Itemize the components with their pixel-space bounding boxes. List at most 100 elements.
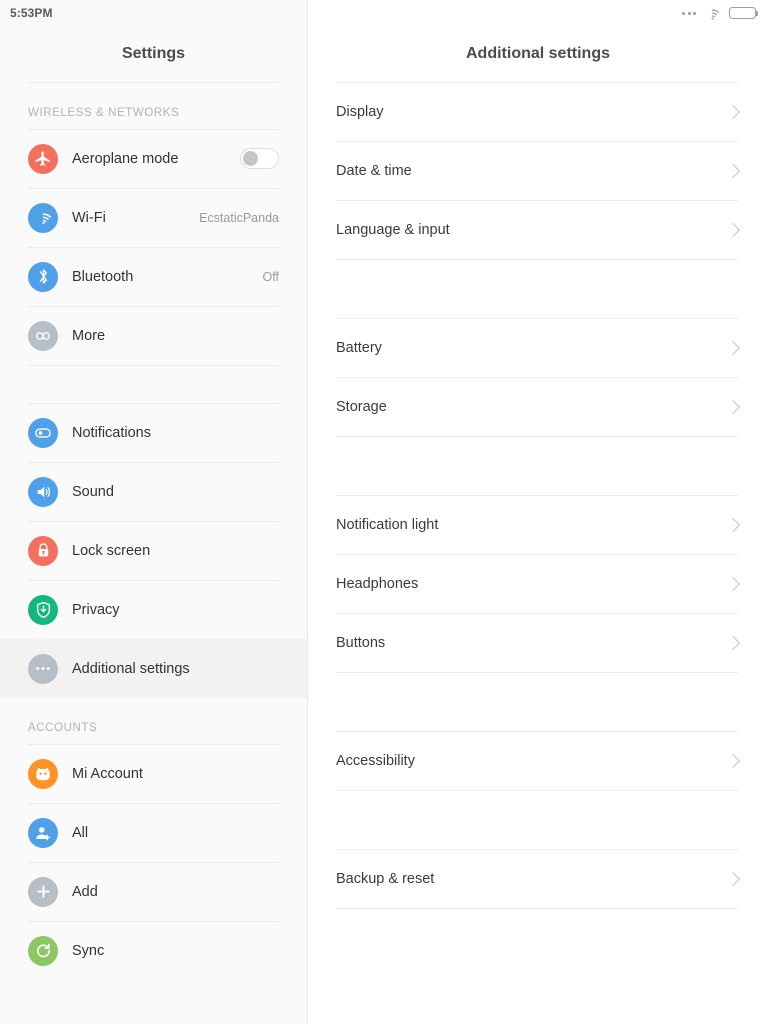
divider bbox=[336, 554, 738, 555]
sidebar-item-label: Wi-Fi bbox=[72, 209, 106, 226]
bluetooth-state-value: Off bbox=[262, 269, 279, 284]
page-title: Additional settings bbox=[466, 45, 610, 62]
sidebar-item-label: Notifications bbox=[72, 424, 151, 441]
sidebar-item-label: Aeroplane mode bbox=[72, 150, 179, 167]
toggle-knob bbox=[243, 151, 258, 166]
sidebar-item-label: Sound bbox=[72, 483, 114, 500]
sound-icon bbox=[28, 476, 58, 507]
list-item-headphones[interactable]: Headphones bbox=[308, 554, 768, 613]
add-account-icon bbox=[28, 876, 58, 907]
status-bar: 5:53PM bbox=[0, 0, 768, 26]
divider bbox=[28, 188, 279, 189]
list-group-gap bbox=[308, 672, 768, 731]
divider bbox=[28, 521, 279, 522]
privacy-shield-icon bbox=[28, 594, 58, 625]
list-bottom-divider bbox=[308, 908, 768, 967]
divider bbox=[336, 141, 738, 142]
settings-list: Display Date & time Language & input Bat… bbox=[308, 82, 768, 967]
list-item-notification-light[interactable]: Notification light bbox=[308, 495, 768, 554]
sidebar-item-wifi[interactable]: Wi-Fi EcstaticPanda bbox=[0, 188, 307, 247]
divider bbox=[28, 129, 279, 130]
sidebar-item-add-account[interactable]: Add bbox=[0, 862, 307, 921]
list-item-backup-reset[interactable]: Backup & reset bbox=[308, 849, 768, 908]
divider bbox=[336, 200, 738, 201]
divider bbox=[28, 744, 279, 745]
chevron-right-icon bbox=[728, 402, 738, 412]
list-item-language-input[interactable]: Language & input bbox=[308, 200, 768, 259]
battery-icon bbox=[729, 7, 759, 19]
chevron-right-icon bbox=[728, 579, 738, 589]
sidebar-item-all-accounts[interactable]: All bbox=[0, 803, 307, 862]
aeroplane-mode-toggle[interactable] bbox=[240, 148, 279, 169]
list-item-label: Display bbox=[336, 103, 384, 120]
list-item-date-time[interactable]: Date & time bbox=[308, 141, 768, 200]
lock-icon bbox=[28, 535, 58, 566]
sidebar-item-notifications[interactable]: Notifications bbox=[0, 403, 307, 462]
bluetooth-icon bbox=[28, 261, 58, 292]
chevron-right-icon bbox=[728, 225, 738, 235]
list-item-label: Date & time bbox=[336, 162, 412, 179]
sidebar-group-label-accounts: ACCOUNTS bbox=[28, 722, 98, 734]
mi-account-icon bbox=[28, 758, 58, 789]
more-icon bbox=[28, 320, 58, 351]
divider bbox=[336, 495, 738, 496]
sidebar-title: Settings bbox=[121, 45, 186, 62]
list-item-label: Language & input bbox=[336, 221, 450, 238]
sidebar-item-label: More bbox=[72, 327, 106, 344]
divider bbox=[28, 921, 279, 922]
divider bbox=[28, 403, 279, 404]
sidebar-item-lock-screen[interactable]: Lock screen bbox=[0, 521, 307, 580]
all-accounts-icon bbox=[28, 817, 58, 848]
settings-screen: 5:53PM Settings WIRELESS & NETWORKS Aero… bbox=[0, 0, 768, 1024]
notifications-icon bbox=[28, 417, 58, 448]
additional-settings-icon bbox=[28, 653, 58, 684]
sidebar-item-sync[interactable]: Sync bbox=[0, 921, 307, 980]
divider bbox=[336, 849, 738, 850]
sync-icon bbox=[28, 935, 58, 966]
list-item-storage[interactable]: Storage bbox=[308, 377, 768, 436]
status-bar-icons bbox=[682, 7, 759, 20]
divider bbox=[336, 377, 738, 378]
list-item-label: Buttons bbox=[336, 634, 386, 651]
divider bbox=[336, 82, 738, 83]
list-item-accessibility[interactable]: Accessibility bbox=[308, 731, 768, 790]
list-item-label: Notification light bbox=[336, 516, 439, 533]
sidebar-item-privacy[interactable]: Privacy bbox=[0, 580, 307, 639]
chevron-right-icon bbox=[728, 343, 738, 353]
chevron-right-icon bbox=[728, 107, 738, 117]
divider bbox=[336, 613, 738, 614]
sidebar-item-label: Privacy bbox=[72, 601, 120, 618]
list-item-label: Accessibility bbox=[336, 752, 415, 769]
chevron-right-icon bbox=[728, 756, 738, 766]
divider bbox=[28, 306, 279, 307]
settings-sidebar: Settings WIRELESS & NETWORKS Aeroplane m… bbox=[0, 0, 308, 1024]
wifi-icon bbox=[705, 7, 720, 20]
aeroplane-icon bbox=[28, 143, 58, 174]
sidebar-item-aeroplane-mode[interactable]: Aeroplane mode bbox=[0, 129, 307, 188]
list-item-display[interactable]: Display bbox=[308, 82, 768, 141]
list-item-label: Backup & reset bbox=[336, 870, 435, 887]
list-item-battery[interactable]: Battery bbox=[308, 318, 768, 377]
sidebar-item-bluetooth[interactable]: Bluetooth Off bbox=[0, 247, 307, 306]
wifi-icon bbox=[28, 202, 58, 233]
sidebar-item-sound[interactable]: Sound bbox=[0, 462, 307, 521]
sidebar-item-label: All bbox=[72, 824, 89, 841]
sidebar-item-more[interactable]: More bbox=[0, 306, 307, 365]
wifi-network-value: EcstaticPanda bbox=[199, 210, 279, 225]
sidebar-item-label: Add bbox=[72, 883, 98, 900]
divider bbox=[28, 580, 279, 581]
sidebar-item-label: Additional settings bbox=[72, 660, 190, 677]
sidebar-item-label: Lock screen bbox=[72, 542, 151, 559]
list-item-buttons[interactable]: Buttons bbox=[308, 613, 768, 672]
divider bbox=[28, 247, 279, 248]
sidebar-item-additional-settings[interactable]: Additional settings bbox=[0, 639, 307, 698]
sidebar-item-mi-account[interactable]: Mi Account bbox=[0, 744, 307, 803]
chevron-right-icon bbox=[728, 166, 738, 176]
sidebar-item-label: Mi Account bbox=[72, 765, 143, 782]
list-group-gap bbox=[308, 259, 768, 318]
sidebar-item-label: Bluetooth bbox=[72, 268, 134, 285]
list-group-gap bbox=[308, 436, 768, 495]
status-time: 5:53PM bbox=[10, 6, 53, 20]
divider bbox=[28, 803, 279, 804]
list-item-label: Storage bbox=[336, 398, 387, 415]
